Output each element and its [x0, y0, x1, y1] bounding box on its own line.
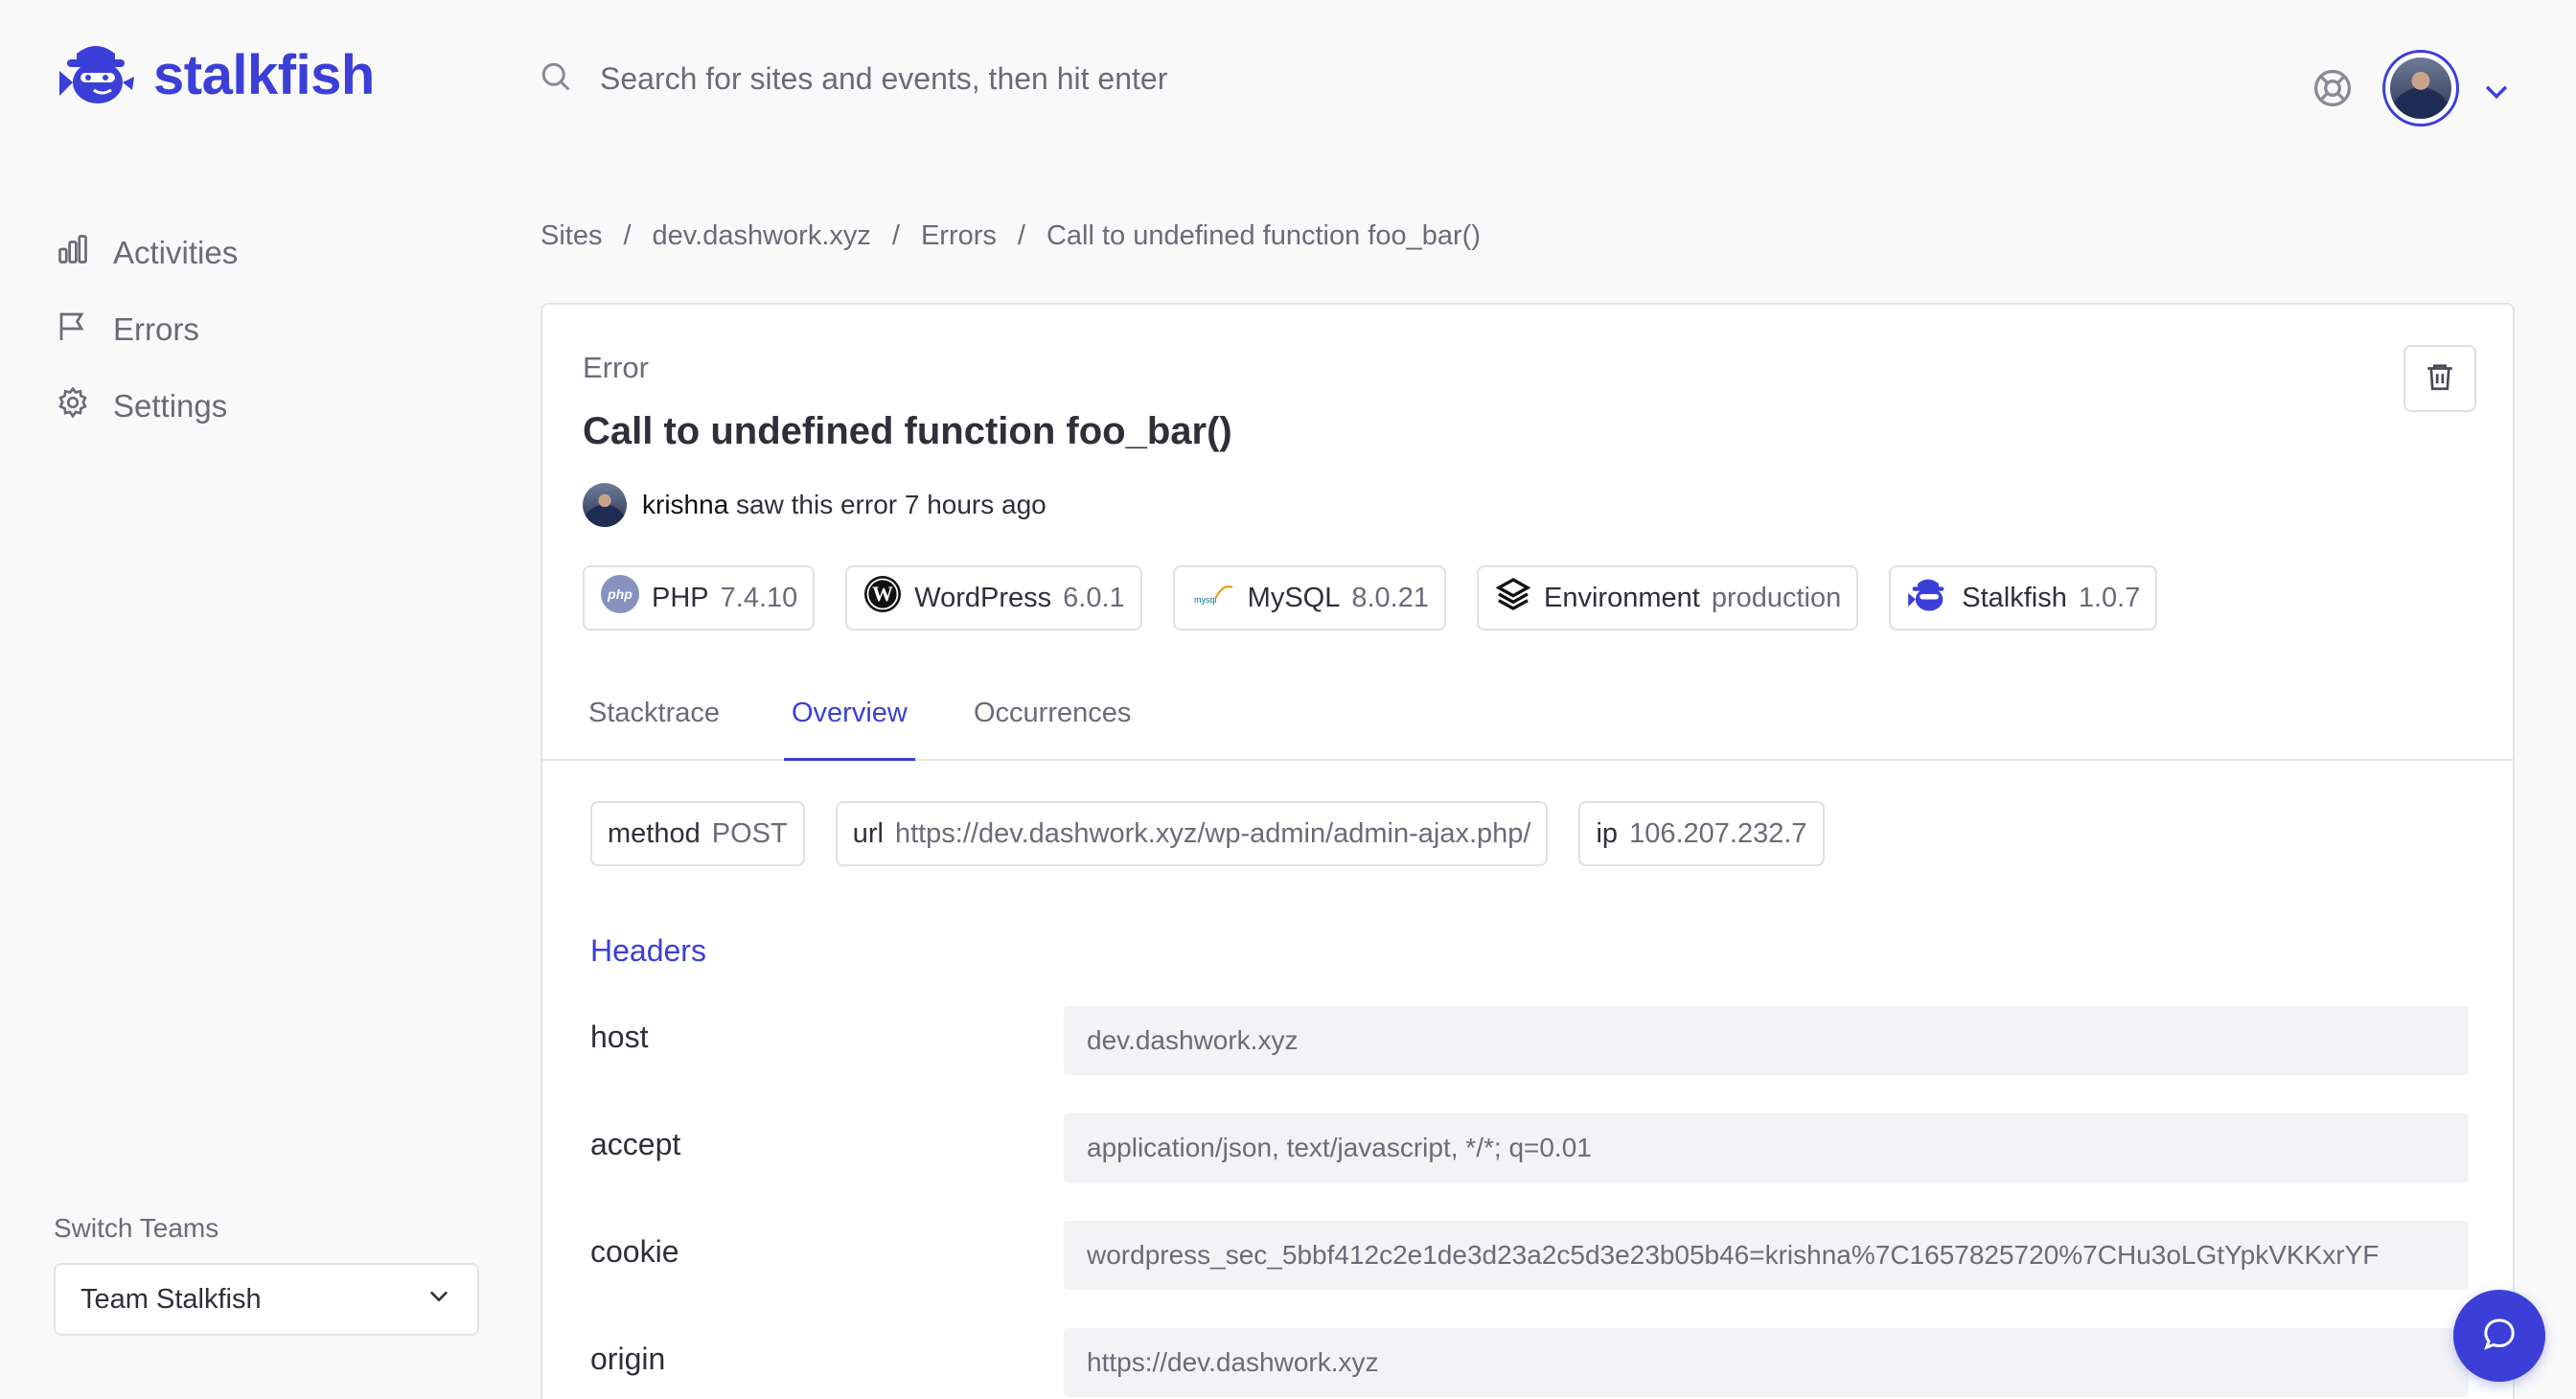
- tab-occurrences[interactable]: Occurrences: [966, 698, 1138, 761]
- header-key: cookie: [590, 1234, 679, 1269]
- error-title: Call to undefined function foo_bar(): [583, 410, 1232, 452]
- error-eyebrow: Error: [583, 351, 649, 384]
- chat-button[interactable]: [2453, 1290, 2545, 1382]
- breadcrumb-current: Call to undefined function foo_bar(): [1046, 220, 1481, 251]
- user-avatar-button[interactable]: [2382, 50, 2459, 126]
- header-value: dev.dashwork.xyz: [1064, 1006, 2469, 1075]
- badge-name: PHP: [652, 582, 709, 613]
- header-row: accept application/json, text/javascript…: [590, 1113, 2469, 1182]
- chevron-down-icon: [426, 1282, 452, 1317]
- delete-button[interactable]: [2404, 345, 2476, 412]
- layers-icon: [1494, 575, 1532, 621]
- logo[interactable]: stalkfish: [56, 36, 375, 114]
- header-value: wordpress_sec_5bbf412c2e1de3d23a2c5d3e23…: [1064, 1221, 2469, 1290]
- headers-heading: Headers: [590, 933, 706, 968]
- seen-user[interactable]: krishna: [642, 490, 728, 519]
- sidebar-item-errors[interactable]: Errors: [56, 309, 199, 351]
- sidebar-item-label: Settings: [113, 388, 228, 424]
- search-bar: [539, 59, 1942, 99]
- tab-overview[interactable]: Overview: [784, 698, 915, 761]
- environment-badges: php PHP 7.4.10 W WordPress 6.0.1 mysql M…: [583, 565, 2158, 631]
- php-icon: php: [600, 574, 640, 622]
- avatar: [583, 483, 627, 527]
- meta-method: method POST: [590, 801, 805, 866]
- sidebar-item-activities[interactable]: Activities: [56, 232, 238, 274]
- header-row: host dev.dashwork.xyz: [590, 1006, 2469, 1075]
- meta-name: url: [852, 817, 884, 849]
- meta-value: POST: [711, 817, 788, 849]
- flag-icon: [56, 309, 90, 351]
- switch-teams-label: Switch Teams: [54, 1213, 219, 1243]
- header-key: origin: [590, 1342, 666, 1376]
- sidebar-item-label: Errors: [113, 311, 199, 347]
- svg-text:php: php: [607, 586, 632, 602]
- badge-mysql: mysql MySQL 8.0.21: [1172, 565, 1446, 631]
- header-key: host: [590, 1020, 649, 1054]
- header-key: accept: [590, 1127, 681, 1161]
- breadcrumb: Sites / dev.dashwork.xyz / Errors / Call…: [540, 220, 1481, 252]
- badge-value: 8.0.21: [1351, 582, 1429, 613]
- chevron-down-icon[interactable]: [2480, 75, 2513, 112]
- breadcrumb-separator: /: [1017, 220, 1025, 251]
- header-value: application/json, text/javascript, */*; …: [1064, 1113, 2469, 1182]
- search-icon: [539, 59, 573, 99]
- tab-stacktrace[interactable]: Stacktrace: [581, 698, 727, 761]
- meta-name: method: [608, 817, 701, 849]
- badge-name: WordPress: [914, 582, 1052, 613]
- stalkfish-logo-icon: [56, 36, 136, 114]
- header-value: https://dev.dashwork.xyz: [1064, 1328, 2469, 1397]
- help-lifebuoy-icon[interactable]: [2312, 67, 2354, 114]
- sidebar-item-label: Activities: [113, 235, 239, 270]
- badge-value: production: [1711, 582, 1842, 613]
- breadcrumb-site[interactable]: dev.dashwork.xyz: [653, 220, 871, 252]
- badge-name: Stalkfish: [1962, 582, 2067, 613]
- search-input[interactable]: [600, 61, 1942, 97]
- meta-value: 106.207.232.7: [1629, 817, 1807, 849]
- badge-wordpress: W WordPress 6.0.1: [845, 565, 1142, 631]
- badge-value: 1.0.7: [2078, 582, 2141, 613]
- header-row: origin https://dev.dashwork.xyz: [590, 1328, 2469, 1397]
- chat-bubble-icon: [2480, 1315, 2518, 1358]
- badge-name: Environment: [1544, 582, 1700, 613]
- team-select[interactable]: Team Stalkfish: [54, 1263, 479, 1336]
- badge-value: 7.4.10: [720, 582, 798, 613]
- request-meta: method POST url https://dev.dashwork.xyz…: [590, 801, 1825, 866]
- avatar: [2390, 57, 2451, 119]
- breadcrumb-separator: /: [891, 220, 900, 251]
- bar-chart-icon: [56, 232, 90, 274]
- meta-value: https://dev.dashwork.xyz/wp-admin/admin-…: [894, 817, 1531, 849]
- stalkfish-icon: [1906, 574, 1950, 622]
- breadcrumb-sites[interactable]: Sites: [540, 220, 602, 252]
- badge-value: 6.0.1: [1063, 582, 1125, 613]
- wordpress-icon: W: [862, 574, 903, 622]
- seen-by: krishna saw this error 7 hours ago: [583, 483, 1046, 527]
- badge-environment: Environment production: [1477, 565, 1859, 631]
- meta-name: ip: [1596, 817, 1619, 849]
- meta-ip: ip 106.207.232.7: [1578, 801, 1825, 866]
- header-row: cookie wordpress_sec_5bbf412c2e1de3d23a2…: [590, 1221, 2469, 1290]
- gear-icon: [56, 385, 90, 427]
- tab-bar: Stacktrace Overview Occurrences: [542, 698, 2513, 761]
- badge-name: MySQL: [1247, 582, 1341, 613]
- breadcrumb-separator: /: [623, 220, 632, 251]
- seen-text: saw this error 7 hours ago: [736, 490, 1046, 519]
- svg-text:mysql: mysql: [1194, 595, 1217, 605]
- trash-icon: [2424, 360, 2456, 398]
- badge-php: php PHP 7.4.10: [583, 565, 816, 631]
- svg-text:W: W: [872, 582, 893, 606]
- brand-name: stalkfish: [153, 44, 375, 106]
- error-card: Error Call to undefined function foo_bar…: [540, 303, 2515, 1399]
- sidebar-item-settings[interactable]: Settings: [56, 385, 227, 427]
- breadcrumb-errors[interactable]: Errors: [921, 220, 997, 252]
- badge-stalkfish: Stalkfish 1.0.7: [1889, 565, 2158, 631]
- meta-url: url https://dev.dashwork.xyz/wp-admin/ad…: [835, 801, 1549, 866]
- mysql-icon: mysql: [1190, 574, 1236, 622]
- team-select-value: Team Stalkfish: [80, 1283, 262, 1315]
